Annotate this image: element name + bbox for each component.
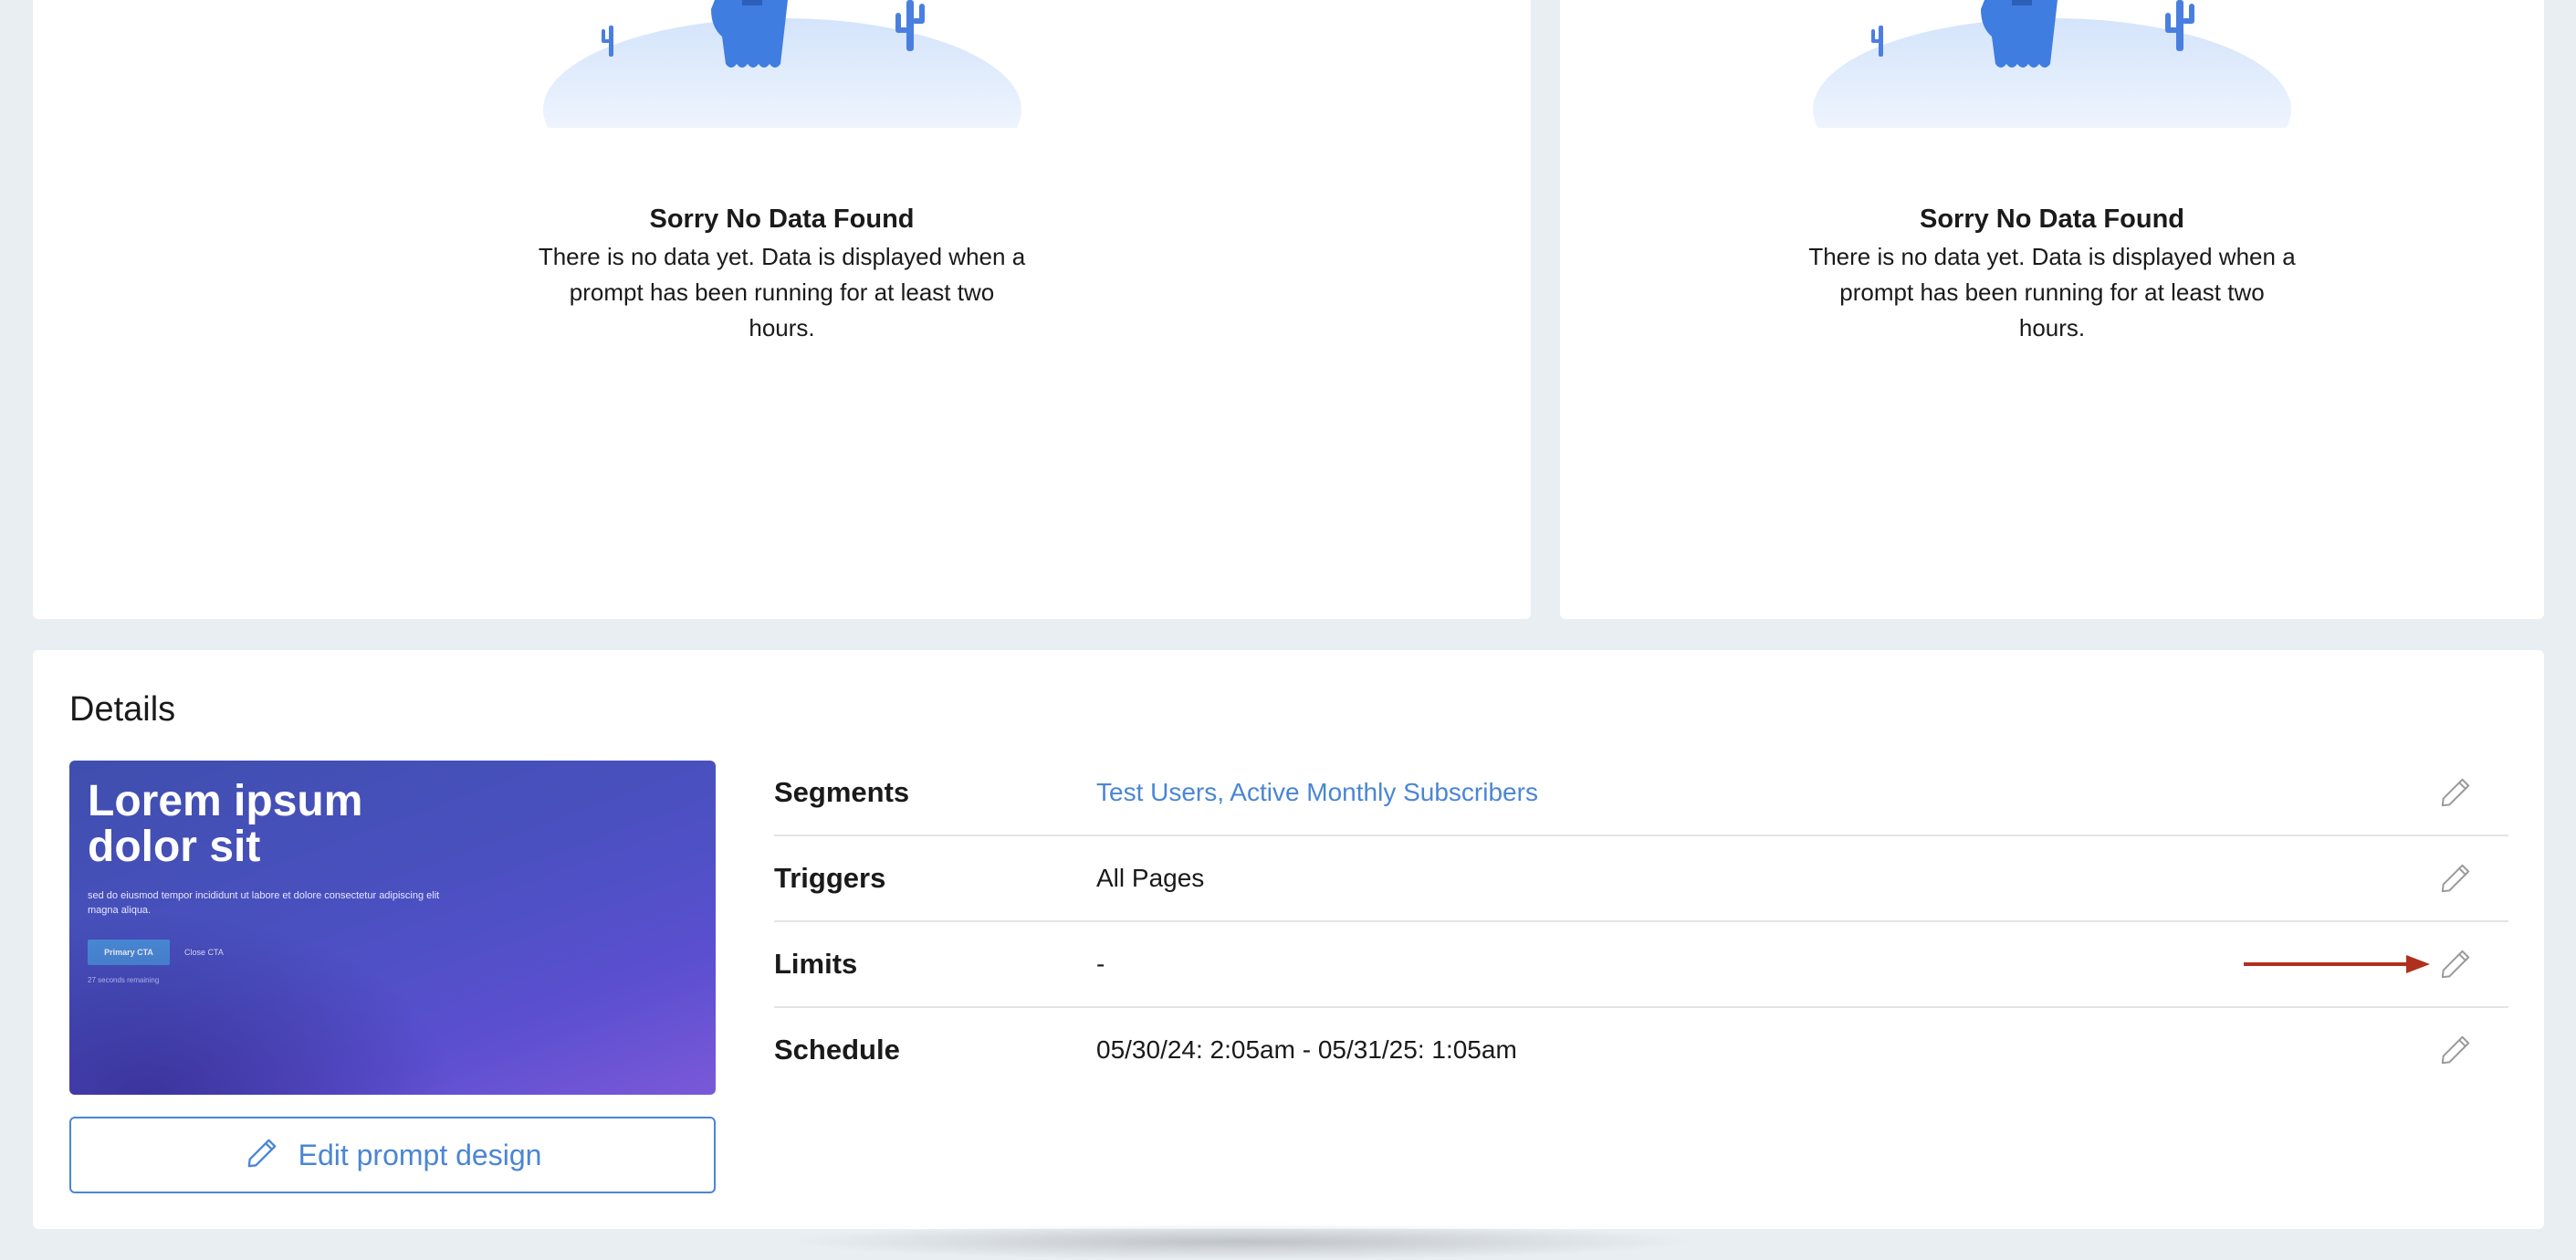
no-data-card-left: Sorry No Data Found There is no data yet… [33,0,1531,619]
prompt-preview: Lorem ipsum dolor sit sed do eiusmod tem… [69,761,716,1095]
empty-title: Sorry No Data Found [649,205,915,234]
preview-close-cta: Close CTA [184,948,224,957]
empty-description: There is no data yet. Data is displayed … [538,243,1026,341]
edit-prompt-design-label: Edit prompt design [298,1138,542,1171]
preview-primary-cta: Primary CTA [88,940,170,965]
empty-state: Sorry No Data Found There is no data yet… [535,0,1029,346]
details-row-triggers: Triggers All Pages [774,836,2508,922]
ghost-desert-illustration [1806,0,2299,137]
pencil-icon[interactable] [2437,774,2474,811]
row-value: All Pages [1096,864,1205,892]
row-value: - [1096,950,1105,978]
no-data-card-right: Sorry No Data Found There is no data yet… [1560,0,2544,619]
details-row-schedule: Schedule 05/30/24: 2:05am - 05/31/25: 1:… [774,1008,2508,1092]
details-row-limits: Limits - [774,922,2508,1008]
preview-body: sed do eiusmod tempor incididunt ut labo… [88,890,440,916]
pencil-icon[interactable] [2437,946,2474,982]
preview-heading: Lorem ipsum dolor sit [88,777,363,871]
arrow-right-icon [2244,953,2430,975]
row-value: 05/30/24: 2:05am - 05/31/25: 1:05am [1096,1035,1517,1064]
preview-remaining: 27 seconds remaining [88,976,160,984]
empty-state: Sorry No Data Found There is no data yet… [1806,0,2299,346]
empty-description: There is no data yet. Data is displayed … [1808,243,2296,341]
details-row-segments: Segments Test Users, Active Monthly Subs… [774,751,2508,836]
row-label: Schedule [774,1034,900,1066]
ghost-desert-illustration [535,0,1029,137]
row-label: Triggers [774,862,886,894]
bottom-shadow [785,1223,1698,1260]
row-label: Segments [774,776,910,808]
details-list: Segments Test Users, Active Monthly Subs… [774,751,2508,1092]
empty-title: Sorry No Data Found [1919,205,2184,234]
details-title: Details [69,690,176,729]
pencil-icon[interactable] [2437,860,2474,897]
segments-link[interactable]: Test Users, Active Monthly Subscribers [1096,778,1538,807]
pencil-icon[interactable] [2437,1032,2474,1068]
details-card: Details Lorem ipsum dolor sit sed do eiu… [33,650,2544,1229]
edit-prompt-design-button[interactable]: Edit prompt design [69,1117,716,1193]
row-label: Limits [774,948,858,980]
pencil-icon [244,1135,280,1176]
